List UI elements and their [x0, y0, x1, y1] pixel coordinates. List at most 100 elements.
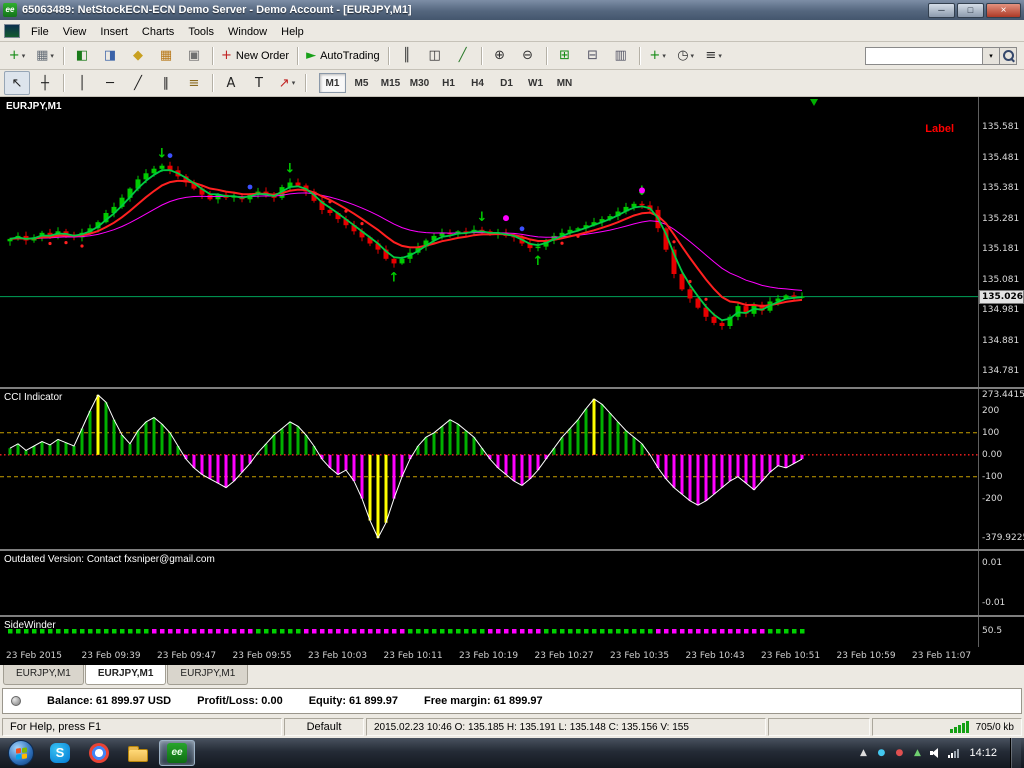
- cci-indicator-canvas[interactable]: CCI Indicator: [0, 389, 978, 549]
- toolbar-separator: [212, 46, 213, 65]
- menu-item-view[interactable]: View: [56, 24, 94, 40]
- tray-app-2-button[interactable]: ●: [893, 748, 905, 758]
- search-dropdown-button[interactable]: ▾: [983, 46, 1000, 65]
- cursor-button[interactable]: ↖: [4, 71, 30, 95]
- new-order-button[interactable]: + New Order: [218, 44, 292, 68]
- chart-candles-button[interactable]: ◫: [422, 44, 448, 68]
- menu-item-help[interactable]: Help: [274, 24, 311, 40]
- tile-windows-icon: ⊞: [559, 48, 571, 63]
- outdated-indicator-pane: Outdated Version: Contact fxsniper@gmail…: [0, 551, 1024, 615]
- taskbar-skype-button[interactable]: S: [42, 740, 78, 766]
- tray-app-3-button[interactable]: ▲: [911, 748, 923, 758]
- cci-scale[interactable]: 273.4415 200 100 0.00 -100 -200 -379.9225: [978, 389, 1024, 549]
- timeframe-h4-button[interactable]: H4: [464, 73, 491, 93]
- text-button[interactable]: A: [218, 71, 244, 95]
- navigator-button[interactable]: ◆: [125, 44, 151, 68]
- timeframe-h1-button[interactable]: H1: [435, 73, 462, 93]
- time-axis[interactable]: 23 Feb 2015 23 Feb 09:39 23 Feb 09:47 23 Fe…: [0, 647, 1024, 665]
- dropdown-caret-icon: ▾: [690, 51, 695, 60]
- connection-status: 705/0 kb: [872, 718, 1022, 736]
- svg-text:↓: ↓: [285, 161, 296, 176]
- outdated-scale[interactable]: 0.01 -0.01: [978, 551, 1024, 615]
- start-button[interactable]: [8, 740, 34, 766]
- hidden-icons-button[interactable]: ▲: [857, 748, 869, 758]
- main-chart-canvas[interactable]: EURJPY,M1 Label ↓↓↓↓↑↑: [0, 97, 978, 387]
- maximize-button[interactable]: □: [957, 2, 984, 18]
- current-price-label: 135.026: [979, 289, 1024, 304]
- strategy-tester-button[interactable]: ▣: [181, 44, 207, 68]
- fibonacci-button[interactable]: ≡: [181, 71, 207, 95]
- indicators-button[interactable]: + ▾: [645, 44, 671, 68]
- terminal-button[interactable]: ▦: [153, 44, 179, 68]
- zoom-out-button[interactable]: ⊖: [515, 44, 541, 68]
- horizontal-line-button[interactable]: ─: [97, 71, 123, 95]
- speaker-icon: [929, 748, 941, 758]
- timeframe-m30-button[interactable]: M30: [406, 73, 433, 93]
- menu-item-tools[interactable]: Tools: [181, 24, 221, 40]
- terminal-panel: Balance: 61 899.97 USD Profit/Loss: 0.00…: [0, 685, 1024, 716]
- price-scale[interactable]: 135.581 135.481 135.381 135.281 135.181 135.0…: [978, 97, 1024, 387]
- zoom-in-button[interactable]: ⊕: [487, 44, 513, 68]
- menu-item-insert[interactable]: Insert: [93, 24, 135, 40]
- cascade-windows-icon: ⊟: [587, 48, 599, 63]
- sidewinder-scale[interactable]: 50.5: [978, 617, 1024, 647]
- windows-logo-icon: [15, 746, 27, 760]
- folder-icon: [128, 745, 148, 762]
- tile-windows-button[interactable]: ⊞: [552, 44, 578, 68]
- minimize-button[interactable]: ─: [928, 2, 955, 18]
- taskbar-clock[interactable]: 14:12: [969, 747, 997, 759]
- free-margin-text: Free margin: 61 899.97: [424, 695, 543, 707]
- search-button[interactable]: [1000, 46, 1017, 65]
- menu-item-window[interactable]: Window: [221, 24, 274, 40]
- cascade-windows-button[interactable]: ⊟: [580, 44, 606, 68]
- tray-app-1-button[interactable]: ●: [875, 748, 887, 758]
- title-bar[interactable]: ee 65063489: NetStockECN-ECN Demo Server…: [0, 0, 1024, 20]
- autotrading-button[interactable]: ► AutoTrading: [303, 44, 383, 68]
- status-help-text: For Help, press F1: [2, 718, 282, 736]
- show-desktop-button[interactable]: [1010, 738, 1021, 768]
- timeframe-d1-button[interactable]: D1: [493, 73, 520, 93]
- menu-item-charts[interactable]: Charts: [135, 24, 181, 40]
- taskbar-browser-button[interactable]: [81, 740, 117, 766]
- trendline-button[interactable]: ╱: [125, 71, 151, 95]
- network-button[interactable]: [947, 748, 959, 758]
- equidistant-channel-button[interactable]: ∥: [153, 71, 179, 95]
- timeframe-mn-button[interactable]: MN: [551, 73, 578, 93]
- chart-line-button[interactable]: ╱: [450, 44, 476, 68]
- candlestick-chart: ↓↓↓↓↑↑: [0, 99, 978, 330]
- cursor-icon: ↖: [11, 75, 23, 91]
- chart-bars-button[interactable]: ║: [394, 44, 420, 68]
- connection-bars-icon: [949, 721, 969, 733]
- toolbar-separator: [212, 74, 213, 92]
- chart-tab-1[interactable]: EURJPY,M1: [84, 665, 167, 685]
- market-watch-button[interactable]: ◧: [69, 44, 95, 68]
- status-profile[interactable]: Default: [284, 718, 364, 736]
- search-input[interactable]: [865, 46, 983, 65]
- menu-item-file[interactable]: File: [24, 24, 56, 40]
- periods-button[interactable]: ◷ ▾: [673, 44, 699, 68]
- close-button[interactable]: ×: [986, 2, 1021, 18]
- chart-tab-2[interactable]: EURJPY,M1: [167, 665, 249, 685]
- crosshair-button[interactable]: ┼: [32, 71, 58, 95]
- chart-tab-0[interactable]: EURJPY,M1: [3, 665, 84, 685]
- profiles-button[interactable]: ▦ ▾: [32, 44, 58, 68]
- new-chart-button[interactable]: + ▾: [4, 44, 30, 68]
- skype-icon: S: [50, 743, 70, 763]
- sidewinder-canvas[interactable]: SideWinder: [0, 617, 978, 647]
- taskbar-explorer-button[interactable]: [120, 740, 156, 766]
- templates-button[interactable]: ≡ ▾: [701, 44, 727, 68]
- arrange-icons-button[interactable]: ▥: [608, 44, 634, 68]
- text-label-button[interactable]: T: [246, 71, 272, 95]
- data-window-button[interactable]: ◨: [97, 44, 123, 68]
- timeframe-m5-button[interactable]: M5: [348, 73, 375, 93]
- chart-symbol-label: EURJPY,M1: [6, 101, 62, 112]
- taskbar-metatrader-button[interactable]: ee: [159, 740, 195, 766]
- search-icon: [1002, 50, 1014, 61]
- outdated-indicator-canvas[interactable]: Outdated Version: Contact fxsniper@gmail…: [0, 551, 978, 615]
- volume-button[interactable]: [929, 748, 941, 758]
- timeframe-m1-button[interactable]: M1: [319, 73, 346, 93]
- vertical-line-button[interactable]: │: [69, 71, 95, 95]
- timeframe-w1-button[interactable]: W1: [522, 73, 549, 93]
- arrows-tool-button[interactable]: ↗ ▾: [274, 71, 300, 95]
- timeframe-m15-button[interactable]: M15: [377, 73, 404, 93]
